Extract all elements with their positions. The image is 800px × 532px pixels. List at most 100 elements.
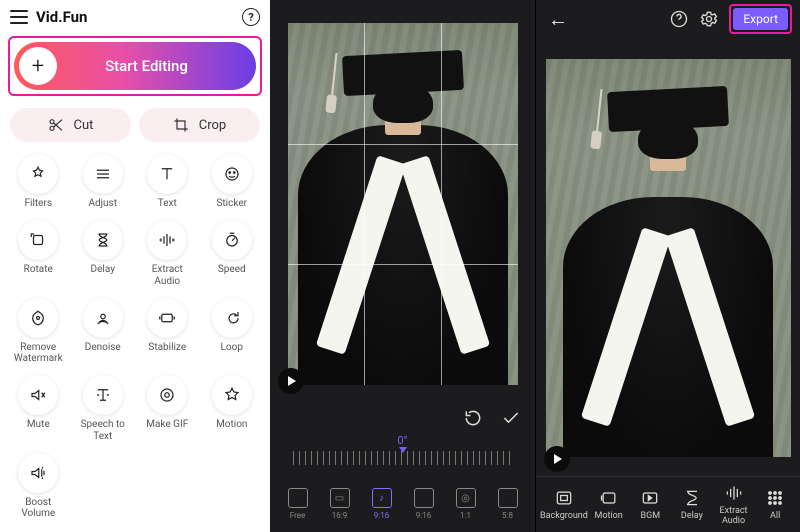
start-editing-button[interactable]: + Start Editing: [14, 42, 256, 90]
loop-icon: [212, 298, 252, 338]
aspect-shape: ♪: [372, 488, 392, 508]
help-icon[interactable]: ?: [242, 8, 260, 26]
filters-icon: [18, 154, 58, 194]
extract-audio-icon: [147, 220, 187, 260]
tool-extract-audio[interactable]: Extract Audio: [135, 218, 200, 290]
aspect-shape: ▭: [330, 488, 350, 508]
start-editing-highlight: + Start Editing: [8, 36, 262, 96]
aspect-1-1[interactable]: ◎1:1: [449, 488, 483, 520]
editor-tool-motion[interactable]: Motion: [588, 488, 630, 521]
sticker-icon: [212, 154, 252, 194]
tool-adjust[interactable]: Adjust: [71, 152, 136, 212]
editor-panel: ← Export BackgroundMotionBGMDelayExtract…: [535, 0, 800, 532]
aspect-5-8[interactable]: 5:8: [491, 488, 525, 520]
tool-label: Motion: [200, 419, 265, 431]
tool-sticker[interactable]: Sticker: [200, 152, 265, 212]
tool-filters[interactable]: Filters: [6, 152, 71, 212]
video-frame: [546, 59, 791, 457]
play-icon: [554, 454, 562, 464]
rotation-ruler[interactable]: 0°: [270, 436, 535, 476]
speed-icon: [212, 220, 252, 260]
speech-to-text-icon: [83, 375, 123, 415]
tool-label: Delay: [71, 264, 136, 276]
aspect-9-16[interactable]: 9:16: [407, 488, 441, 520]
aspect-label: 9:16: [365, 511, 399, 520]
tool-delay[interactable]: Delay: [71, 218, 136, 290]
editor-tool-all[interactable]: All: [754, 488, 796, 521]
editor-tool-delay[interactable]: Delay: [671, 488, 713, 521]
aspect-free[interactable]: Free: [281, 488, 315, 520]
tool-loop[interactable]: Loop: [200, 296, 265, 368]
tool-grid: FiltersAdjustTextSticker RotateDelayExtra…: [0, 152, 270, 532]
editor-tool-background[interactable]: Background: [540, 488, 588, 521]
tool-rotate[interactable]: Rotate: [6, 218, 71, 290]
crop-button[interactable]: Crop: [139, 108, 260, 142]
tool-speed[interactable]: Speed: [200, 218, 265, 290]
left-header: Vid.Fun ?: [0, 0, 270, 30]
tool-label: Remove Watermark: [6, 342, 71, 365]
tool-label: Make GIF: [135, 419, 200, 431]
tool-stabilize[interactable]: Stabilize: [135, 296, 200, 368]
editor-header: ← Export: [536, 0, 800, 38]
cut-label: Cut: [74, 118, 94, 133]
tool-label: Filters: [6, 198, 71, 210]
crop-preview[interactable]: [270, 0, 535, 400]
background-icon: [554, 488, 574, 508]
editor-tool-label: BGM: [629, 511, 671, 521]
crop-label: Crop: [199, 118, 226, 133]
tool-mute[interactable]: Mute: [6, 373, 71, 445]
tool-make-gif[interactable]: Make GIF: [135, 373, 200, 445]
play-button[interactable]: [544, 446, 570, 472]
tool-label: Mute: [6, 419, 71, 431]
tool-speech-to-text[interactable]: Speech to Text: [71, 373, 136, 445]
tool-label: Speech to Text: [71, 419, 136, 442]
tool-label: Rotate: [6, 264, 71, 276]
reset-rotation-button[interactable]: [463, 408, 483, 428]
aspect-shape: [288, 488, 308, 508]
cut-crop-row: Cut Crop: [0, 102, 270, 152]
aspect-shape: [414, 488, 434, 508]
editor-tool-label: Delay: [671, 511, 713, 521]
confirm-button[interactable]: [501, 408, 521, 428]
tool-label: Adjust: [71, 198, 136, 210]
aspect-shape: ◎: [456, 488, 476, 508]
tool-boost-volume[interactable]: Boost Volume: [6, 451, 71, 523]
aspect-label: 16:9: [323, 511, 357, 520]
cut-button[interactable]: Cut: [10, 108, 131, 142]
help-icon[interactable]: [669, 9, 689, 29]
export-button[interactable]: Export: [733, 8, 788, 30]
tool-motion[interactable]: Motion: [200, 373, 265, 445]
aspect-shape: [498, 488, 518, 508]
editor-toolbar: BackgroundMotionBGMDelayExtract AudioAll: [536, 476, 800, 532]
tool-remove-watermark[interactable]: Remove Watermark: [6, 296, 71, 368]
editor-tool-extract-audio[interactable]: Extract Audio: [713, 483, 755, 526]
boost-volume-icon: [18, 453, 58, 493]
editor-tool-label: Extract Audio: [713, 506, 755, 526]
aspect-16-9[interactable]: ▭ 16:9: [323, 488, 357, 520]
tool-label: Stabilize: [135, 342, 200, 354]
play-button[interactable]: [278, 368, 304, 394]
editor-tool-label: Motion: [588, 511, 630, 521]
video-frame: [288, 23, 518, 385]
tool-denoise[interactable]: Denoise: [71, 296, 136, 368]
aspect-label: Free: [281, 511, 315, 520]
left-panel: Vid.Fun ? + Start Editing Cut Crop Filte…: [0, 0, 270, 532]
menu-icon[interactable]: [10, 10, 28, 24]
delay-icon: [83, 220, 123, 260]
back-button[interactable]: ←: [544, 7, 572, 32]
editor-preview[interactable]: [536, 38, 800, 476]
editor-tool-bgm[interactable]: BGM: [629, 488, 671, 521]
editor-tool-label: Background: [540, 511, 588, 521]
tool-label: Boost Volume: [6, 497, 71, 520]
crop-confirm-row: [270, 400, 535, 436]
play-icon: [288, 376, 296, 386]
all-icon: [765, 488, 785, 508]
settings-icon[interactable]: [699, 9, 719, 29]
ruler-ticks[interactable]: [293, 451, 513, 465]
export-highlight: Export: [729, 4, 792, 34]
start-editing-label: Start Editing: [57, 57, 256, 75]
stabilize-icon: [147, 298, 187, 338]
aspect-9-16-tiktok[interactable]: ♪ 9:16: [365, 488, 399, 520]
tool-text[interactable]: Text: [135, 152, 200, 212]
adjust-icon: [83, 154, 123, 194]
